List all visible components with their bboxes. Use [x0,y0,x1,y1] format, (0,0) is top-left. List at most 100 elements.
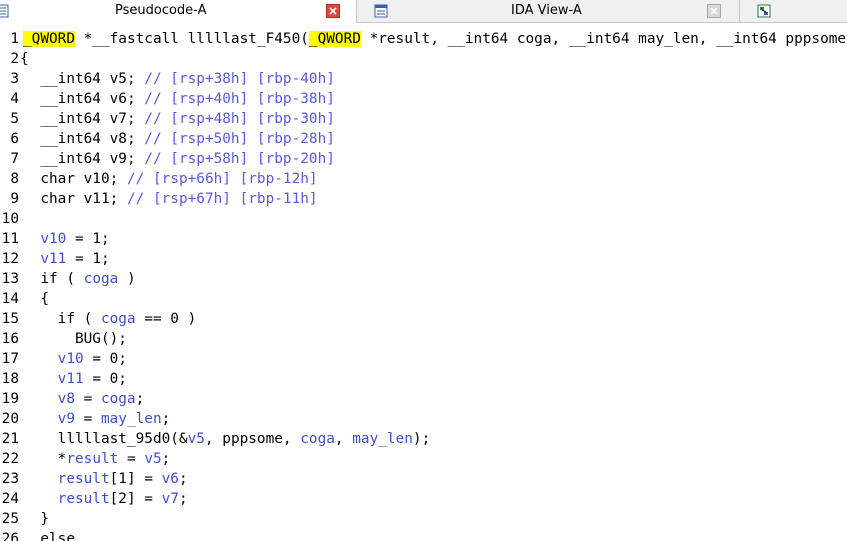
local-variable[interactable]: may_len [352,431,413,447]
code-line: 9 char v11; // [rsp+67h] [rbp-11h] [0,189,847,209]
local-variable[interactable]: v6 [162,471,179,487]
code-text: , pppsome, [204,431,301,447]
code-line: 14 { [0,289,847,309]
line-number: 9 [10,191,19,207]
line-number: 23 [1,471,19,487]
code-line: 15 if ( coga == 0 ) [0,309,847,329]
code-text: *result, __int64 coga, __int64 may_len, … [360,31,847,47]
close-icon[interactable] [326,4,340,18]
local-variable[interactable]: coga [101,311,136,327]
code-line: 13 if ( coga ) [0,269,847,289]
code-text: __int64 v7; [23,111,145,127]
tab-label: IDA View-A [511,3,582,18]
code-text: lllllast_95d0(& [23,431,188,447]
type-highlight[interactable]: _QWORD [308,31,361,47]
code-text: ; [161,411,171,427]
code-text: char v11; [23,191,127,207]
line-number: 17 [1,351,19,367]
local-variable[interactable]: coga [84,271,119,287]
code-text: == 0 ) [135,311,197,327]
code-text: = [118,451,145,467]
code-line: 24 result[2] = v7; [0,489,847,509]
comment: // [rsp+40h] [rbp-38h] [144,91,335,107]
local-variable[interactable]: coga [101,391,136,407]
code-text: ; [178,491,188,507]
comment: // [rsp+38h] [rbp-40h] [144,71,335,87]
local-variable[interactable]: result [58,471,110,487]
line-number: 8 [10,171,19,187]
line-number: 16 [1,331,19,347]
code-text: ) [118,271,136,287]
code-line: 1 _QWORD *__fastcall lllllast_F450(_QWOR… [0,29,847,49]
code-line: 20 v9 = may_len; [0,409,847,429]
line-number: 26 [1,531,19,541]
line-number: 13 [1,271,19,287]
code-text: char v10; [23,171,127,187]
code-text: __int64 v9; [23,151,145,167]
line-number: 15 [1,311,19,327]
code-line: 7 __int64 v9; // [rsp+58h] [rbp-20h] [0,149,847,169]
code-text: = [74,411,101,427]
tab-graph[interactable] [740,0,847,23]
code-text: = 0; [83,371,127,387]
code-line: 23 result[1] = v6; [0,469,847,489]
code-text: { [20,51,29,67]
code-line: 4 __int64 v6; // [rsp+40h] [rbp-38h] [0,89,847,109]
local-variable[interactable]: v10 [40,231,66,247]
code-text: __int64 v8; [23,131,145,147]
code-text: , [334,431,353,447]
code-text: = 0; [83,351,127,367]
code-line: 25 } [0,509,847,529]
code-line: 16 BUG(); [0,329,847,349]
code-text: = 1; [66,231,110,247]
code-line: 21 lllllast_95d0(&v5, pppsome, coga, may… [0,429,847,449]
local-variable[interactable]: may_len [101,411,162,427]
local-variable[interactable]: result [66,451,118,467]
code-text: BUG(); [23,331,127,347]
line-number: 22 [1,451,19,467]
type-highlight[interactable]: _QWORD [23,31,75,47]
local-variable[interactable]: coga [300,431,335,447]
line-number: 25 [1,511,19,527]
code-text: [2] = [109,491,162,507]
code-text: = [74,391,101,407]
local-variable[interactable]: v7 [162,491,179,507]
comment: // [rsp+67h] [rbp-11h] [126,191,318,207]
close-icon[interactable] [707,4,721,18]
local-variable[interactable]: v11 [58,371,84,387]
local-variable[interactable]: v10 [58,351,84,367]
local-variable[interactable]: v5 [144,451,161,467]
code-text: ; [161,451,171,467]
line-number: 4 [10,91,19,107]
line-number: 1 [10,31,19,47]
code-text: * [23,451,67,467]
tab-label: Pseudocode-A [115,3,207,18]
tab-bar: Pseudocode-A IDA View-A [0,0,847,23]
comment: // [rsp+66h] [rbp-12h] [126,171,318,187]
code-line: 12 v11 = 1; [0,249,847,269]
line-number: 14 [1,291,19,307]
code-line: 19 v8 = coga; [0,389,847,409]
local-variable[interactable]: result [58,491,110,507]
document-icon [0,4,9,18]
code-line: 22 *result = v5; [0,449,847,469]
local-variable[interactable]: v11 [40,251,66,267]
code-text: if ( [23,271,84,287]
code-text: ; [178,471,188,487]
tab-ida-view[interactable]: IDA View-A [357,0,740,23]
line-number: 6 [10,131,19,147]
code-text: ); [412,431,431,447]
local-variable[interactable]: v5 [188,431,205,447]
line-number: 11 [1,231,19,247]
local-variable[interactable]: v8 [58,391,75,407]
tab-pseudocode[interactable]: Pseudocode-A [0,0,357,23]
comment: // [rsp+50h] [rbp-28h] [144,131,335,147]
line-number: 24 [1,491,19,507]
comment: // [rsp+58h] [rbp-20h] [144,151,335,167]
pseudocode-view[interactable]: 1 _QWORD *__fastcall lllllast_F450(_QWOR… [0,29,847,541]
code-text: } [23,511,49,527]
local-variable[interactable]: v9 [58,411,75,427]
code-line: 11 v10 = 1; [0,229,847,249]
code-line: 18 v11 = 0; [0,369,847,389]
line-number: 18 [1,371,19,387]
